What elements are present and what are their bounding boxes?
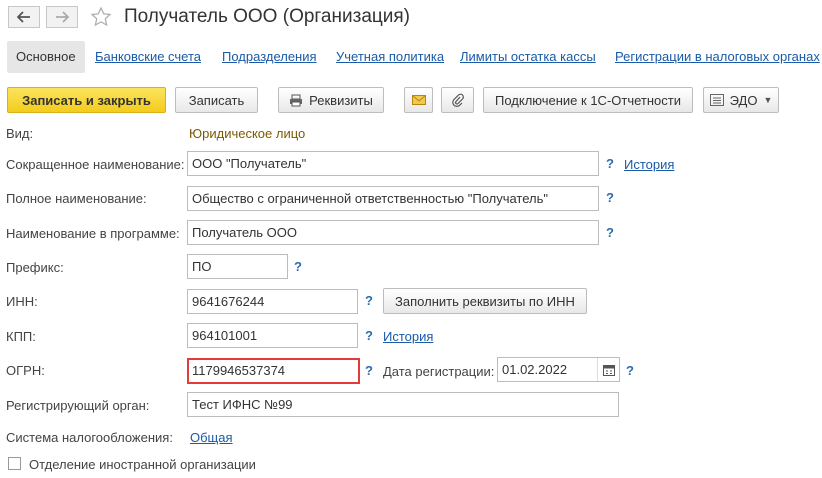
kpp-field[interactable]: 964101001 [187,323,358,348]
kpp-history-link[interactable]: История [383,329,433,344]
reg-authority-label: Регистрирующий орган: [6,398,150,413]
email-button[interactable] [404,87,433,113]
page-title: Получатель ООО (Организация) [124,6,410,27]
kpp-label: КПП: [6,329,36,344]
short-name-history-link[interactable]: История [624,157,674,172]
tab-bank-accounts[interactable]: Банковские счета [95,41,201,73]
tab-main[interactable]: Основное [7,41,85,73]
prefix-help[interactable]: ? [294,259,302,274]
favorite-button[interactable] [90,6,112,31]
reg-authority-field[interactable]: Тест ИФНС №99 [187,392,619,417]
short-name-field[interactable]: ООО "Получатель" [187,151,599,176]
kind-label: Вид: [6,126,34,141]
prefix-label: Префикс: [6,260,64,275]
program-name-label: Наименование в программе: [6,226,180,241]
tax-system-link[interactable]: Общая [190,430,233,445]
requisites-label: Реквизиты [309,92,373,108]
tab-tax-registrations[interactable]: Регистрации в налоговых органах [615,41,820,73]
reg-date-help[interactable]: ? [626,363,634,378]
requisites-button[interactable]: Реквизиты [278,87,384,113]
inn-help[interactable]: ? [365,293,373,308]
short-name-label: Сокращенное наименование: [6,157,185,172]
calendar-icon [603,364,615,376]
edo-label: ЭДО [729,92,758,108]
reg-date-value: 01.02.2022 [502,362,568,377]
edo-menu-button[interactable]: ЭДО ▼ [703,87,779,113]
kpp-help[interactable]: ? [365,328,373,343]
arrow-left-icon [17,11,30,23]
tab-cash-limits[interactable]: Лимиты остатка кассы [460,41,596,73]
ogrn-label: ОГРН: [6,363,45,378]
star-icon [90,6,112,27]
forward-button[interactable] [46,6,78,28]
document-list-icon [709,94,724,106]
reg-date-label: Дата регистрации: [383,364,495,379]
foreign-branch-label: Отделение иностранной организации [29,457,256,472]
back-button[interactable] [8,6,40,28]
program-name-help[interactable]: ? [606,225,614,240]
envelope-icon [411,95,426,105]
connect-1c-reporting-button[interactable]: Подключение к 1С-Отчетности [483,87,693,113]
short-name-help[interactable]: ? [606,156,614,171]
arrow-right-icon [56,11,69,23]
tab-accounting-policy[interactable]: Учетная политика [336,41,444,73]
tax-system-label: Система налогообложения: [6,430,173,445]
program-name-field[interactable]: Получатель ООО [187,220,599,245]
printer-icon [290,94,303,106]
fill-by-inn-button[interactable]: Заполнить реквизиты по ИНН [383,288,587,314]
ogrn-help[interactable]: ? [365,363,373,378]
attach-button[interactable] [441,87,474,113]
chevron-down-icon: ▼ [763,95,773,105]
paperclip-icon [451,93,464,107]
save-button[interactable]: Записать [175,87,258,113]
full-name-help[interactable]: ? [606,190,614,205]
tab-departments[interactable]: Подразделения [222,41,317,73]
foreign-branch-checkbox[interactable] [8,457,21,470]
full-name-field[interactable]: Общество с ограниченной ответственностью… [187,186,599,211]
inn-label: ИНН: [6,294,38,309]
full-name-label: Полное наименование: [6,191,147,206]
inn-field[interactable]: 9641676244 [187,289,358,314]
save-and-close-button[interactable]: Записать и закрыть [7,87,166,113]
calendar-button[interactable] [597,358,620,381]
kind-value: Юридическое лицо [189,126,306,141]
prefix-field[interactable]: ПО [187,254,288,279]
ogrn-field[interactable]: 1179946537374 [187,358,360,384]
